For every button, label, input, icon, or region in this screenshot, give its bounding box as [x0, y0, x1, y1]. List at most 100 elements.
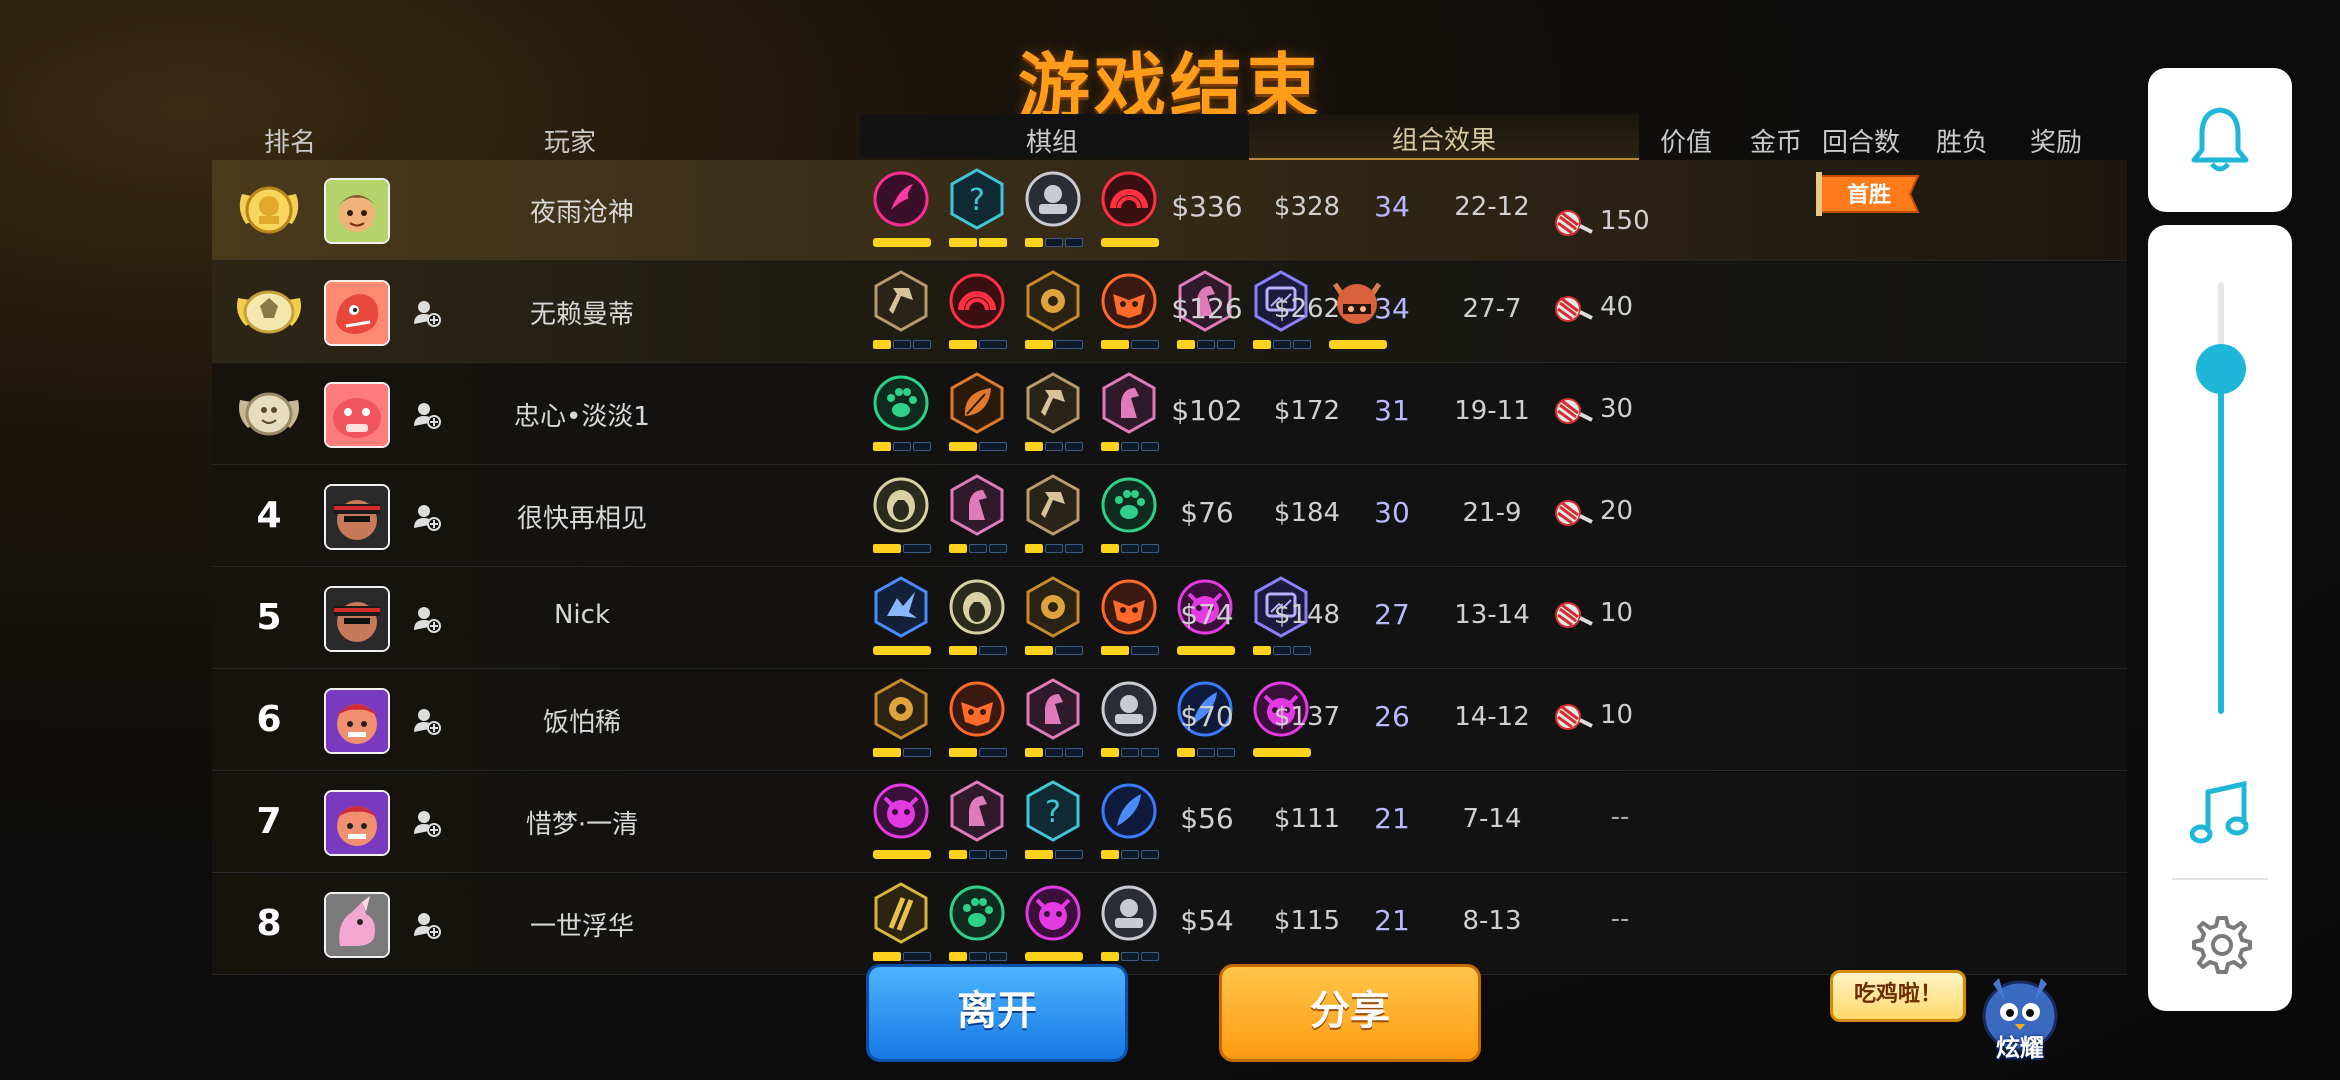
piece-slot[interactable]: [946, 780, 1007, 866]
set-progress-bar: [1329, 340, 1387, 349]
piece-slot[interactable]: [946, 678, 1007, 764]
helmet-knight-icon: [1101, 681, 1157, 737]
claw-slash-icon: [874, 882, 928, 944]
table-row[interactable]: 忠心•淡淡1 $102 $172 31 19-11 30: [212, 364, 2127, 465]
candy-icon: [1555, 398, 1593, 424]
candy-icon: [1555, 296, 1593, 322]
piece-slot[interactable]: [870, 780, 931, 866]
mascot-label[interactable]: 炫耀: [1985, 1028, 2055, 1063]
piece-slot[interactable]: [1098, 168, 1159, 254]
feather-blade-icon: [1101, 783, 1157, 839]
gold-cell: $262: [1273, 294, 1341, 324]
candy-icon: [1555, 704, 1593, 730]
piece-slot[interactable]: [946, 474, 1007, 560]
paw-print-icon: [949, 885, 1005, 941]
avatar[interactable]: [324, 280, 390, 346]
gear-cog-icon: [874, 678, 928, 740]
add-friend-icon[interactable]: [412, 400, 442, 430]
set-progress-bar: [1025, 442, 1083, 451]
piece-slot[interactable]: [870, 474, 931, 560]
rounds-cell: 30: [1374, 496, 1410, 529]
winloss-cell: 21-9: [1462, 498, 1522, 528]
leave-button[interactable]: 离开: [866, 964, 1128, 1062]
avatar[interactable]: [324, 790, 390, 856]
piece-slot[interactable]: [946, 270, 1007, 356]
rounds-cell: 21: [1374, 802, 1410, 835]
piece-slot[interactable]: [870, 270, 931, 356]
piece-slot[interactable]: [1098, 882, 1159, 968]
piece-slot[interactable]: [870, 882, 931, 968]
piece-slot[interactable]: [946, 372, 1007, 458]
avatar[interactable]: [324, 586, 390, 652]
table-row[interactable]: 无赖曼蒂 $126 $262 34 27-7 40: [212, 262, 2127, 363]
helmet-knight-icon: [1101, 885, 1157, 941]
add-friend-icon[interactable]: [412, 910, 442, 940]
value-cell: $336: [1171, 190, 1243, 223]
piece-slot[interactable]: [1022, 168, 1083, 254]
piece-slot[interactable]: [1098, 678, 1159, 764]
piece-slot[interactable]: [1098, 270, 1159, 356]
piece-slot[interactable]: [1022, 270, 1083, 356]
rank-number: 5: [256, 597, 282, 638]
set-progress-bar: [1177, 340, 1235, 349]
gear-icon[interactable]: [2190, 914, 2252, 976]
piece-slot[interactable]: [1098, 372, 1159, 458]
table-row[interactable]: 7 惜梦·一清 ? $56 $111 21 7-14 --: [212, 772, 2127, 873]
add-friend-icon[interactable]: [412, 604, 442, 634]
set-progress-bar: [1025, 850, 1083, 859]
table-row[interactable]: 5 Nick $74 $148 27 13-14 10: [212, 568, 2127, 669]
player-name: 惜梦·一清: [525, 810, 639, 840]
paw-print-icon: [873, 375, 929, 431]
avatar[interactable]: [324, 484, 390, 550]
avatar[interactable]: [324, 178, 390, 244]
player-name: 一世浮华: [529, 912, 634, 942]
add-friend-icon[interactable]: [412, 706, 442, 736]
piece-slot[interactable]: ?: [946, 168, 1007, 254]
piece-slot[interactable]: [1098, 576, 1159, 662]
value-cell: $76: [1180, 496, 1234, 529]
results-table: 夜雨沧神 ? $336 $328 34 22-12 150 无赖曼蒂 $126 …: [212, 160, 2127, 976]
set-progress-bar: [1025, 544, 1083, 553]
axe-warrior-icon: [1026, 372, 1080, 434]
piece-slot[interactable]: [1098, 474, 1159, 560]
piece-slot[interactable]: ?: [1022, 780, 1083, 866]
header-sets[interactable]: 棋组: [1026, 122, 1078, 159]
svg-text:?: ?: [969, 183, 985, 218]
candy-icon: [1555, 210, 1593, 236]
knight-horse-icon: [1102, 372, 1156, 434]
avatar[interactable]: [324, 382, 390, 448]
piece-slot[interactable]: [870, 372, 931, 458]
table-row[interactable]: 8 一世浮华 $54 $115 21 8-13 --: [212, 874, 2127, 975]
piece-slot[interactable]: [1098, 780, 1159, 866]
share-button[interactable]: 分享: [1219, 964, 1481, 1062]
piece-slot[interactable]: [1022, 882, 1083, 968]
reward-cell: --: [1550, 802, 1700, 842]
add-friend-icon[interactable]: [412, 298, 442, 328]
avatar[interactable]: [324, 688, 390, 754]
piece-slot[interactable]: [870, 168, 931, 254]
add-friend-icon[interactable]: [412, 808, 442, 838]
piece-slot[interactable]: [1022, 474, 1083, 560]
music-note-icon[interactable]: [2190, 778, 2252, 848]
winloss-cell: 14-12: [1454, 702, 1530, 732]
piece-slot[interactable]: [1022, 372, 1083, 458]
table-row[interactable]: 6 饭怕稀 $70 $137 26 14-12 10: [212, 670, 2127, 771]
set-progress-bar: [949, 952, 1007, 961]
notification-panel[interactable]: [2148, 68, 2292, 212]
piece-slot[interactable]: [870, 576, 931, 662]
set-progress-bar: [949, 850, 1007, 859]
piece-slot[interactable]: [946, 576, 1007, 662]
bell-icon[interactable]: [2190, 104, 2250, 174]
mystic-question-icon: ?: [950, 168, 1004, 230]
table-row[interactable]: 4 很快再相见 $76 $184 30 21-9 20: [212, 466, 2127, 567]
piece-slot[interactable]: [1022, 576, 1083, 662]
avatar[interactable]: [324, 892, 390, 958]
piece-slot[interactable]: [946, 882, 1007, 968]
rank-number: 8: [256, 903, 282, 944]
winloss-cell: 7-14: [1462, 804, 1522, 834]
volume-slider-handle[interactable]: [2196, 344, 2246, 394]
reward-amount: 10: [1600, 700, 1634, 730]
piece-slot[interactable]: [870, 678, 931, 764]
add-friend-icon[interactable]: [412, 502, 442, 532]
piece-slot[interactable]: [1022, 678, 1083, 764]
